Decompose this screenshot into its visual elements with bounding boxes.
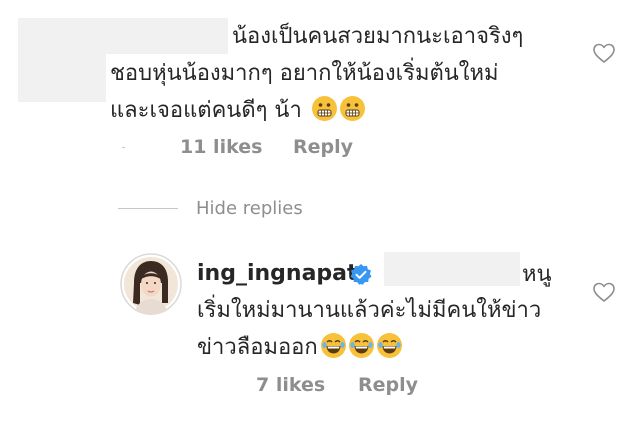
- comment-text-line-2: ชอบหุ่นน้องมากๆ อยากให้น้องเริ่มต้นใหม่: [110, 61, 499, 86]
- reply-text-line-2: เริ่มใหม่มานานแล้วค่ะไม่มีคนให้ข่าว: [197, 298, 542, 323]
- reply-text-line-3: ข่าวลือมออก: [197, 331, 402, 365]
- laughing-tears-emoji: [348, 333, 374, 358]
- verified-badge-icon: [349, 263, 373, 287]
- avatar[interactable]: [120, 253, 182, 315]
- redacted-username: [18, 18, 228, 54]
- laughing-tears-emoji: [376, 333, 402, 358]
- reply-username[interactable]: ing_ingnapat: [197, 261, 358, 286]
- grimacing-face-emoji: [339, 96, 365, 121]
- reply-text-line-1-suffix: หนู: [522, 262, 552, 287]
- hide-replies-button[interactable]: Hide replies: [196, 198, 303, 219]
- grimacing-face-emoji: [311, 96, 337, 121]
- comment-text-line-3: และเจอแต่คนดีๆ น้า: [110, 94, 365, 128]
- laughing-tears-emoji: [320, 333, 346, 358]
- hide-replies-line: [118, 208, 178, 209]
- comment-text-line-1: น้องเป็นคนสวยมากนะเอาจริงๆ: [232, 24, 524, 49]
- comment-text-line-3-text: และเจอแต่คนดีๆ น้า: [110, 98, 302, 123]
- like-reply-button[interactable]: [592, 281, 616, 303]
- comment-likes-count[interactable]: 11 likes: [180, 136, 262, 158]
- heart-outline-icon: [593, 43, 615, 63]
- reply-text-line-3-text: ข่าวลือมออก: [197, 335, 318, 360]
- reply-likes-count[interactable]: 7 likes: [256, 374, 325, 396]
- redacted-avatar-area: [18, 54, 106, 102]
- like-comment-button[interactable]: [592, 42, 616, 64]
- redacted-mention: [384, 252, 520, 286]
- reply-reply-button[interactable]: Reply: [358, 374, 418, 396]
- comment-reply-button[interactable]: Reply: [293, 136, 353, 158]
- heart-outline-icon: [593, 282, 615, 302]
- comment-meta-dot: [122, 147, 125, 148]
